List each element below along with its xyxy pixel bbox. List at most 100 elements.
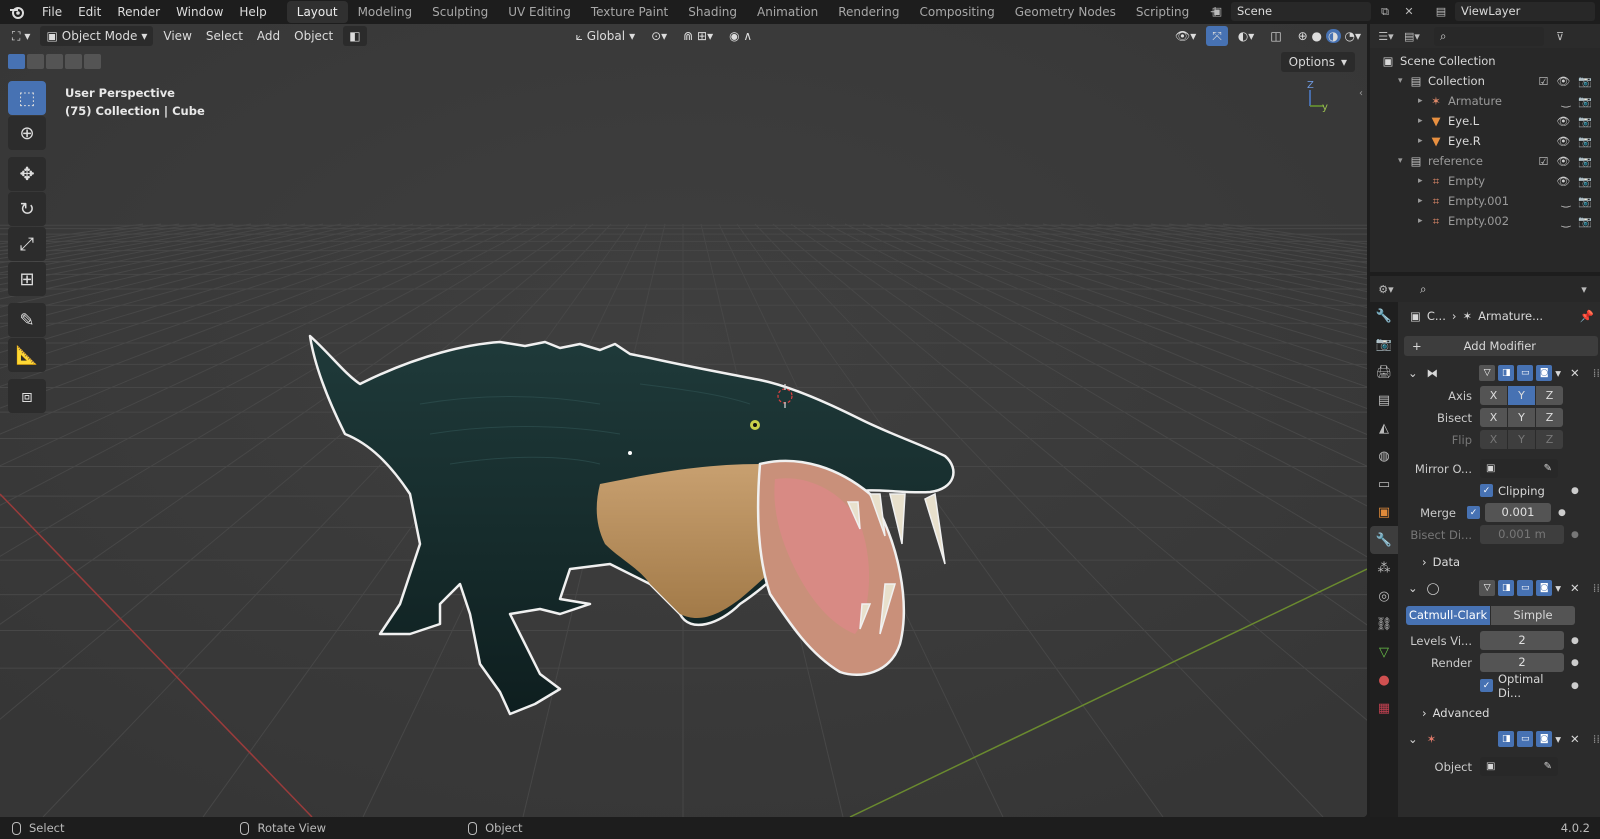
camera-icon[interactable]: 📷: [1578, 195, 1592, 208]
remove-modifier-icon[interactable]: ✕: [1570, 366, 1580, 380]
object-tab-icon[interactable]: ▣: [1370, 498, 1398, 526]
modifier-tab-icon[interactable]: 🔧: [1370, 526, 1398, 554]
edit-mode-icon[interactable]: ◨: [1498, 731, 1515, 747]
exclude-checkbox-icon[interactable]: ☑: [1538, 75, 1548, 88]
add-cube-tool-icon[interactable]: ⧈: [8, 379, 46, 413]
keyframe-dot-icon[interactable]: ●: [1558, 508, 1566, 518]
sidebar-toggle-icon[interactable]: ‹: [1359, 88, 1363, 99]
menu-help[interactable]: Help: [231, 1, 274, 23]
constraints-tab-icon[interactable]: ⛓: [1370, 610, 1398, 638]
render-display-icon[interactable]: ◙: [1536, 731, 1553, 747]
subsurf-modifier-header[interactable]: ⌄ ◯ ▽ ◨ ▭ ◙ ▾ ✕ ⁞⁞: [1402, 577, 1600, 599]
3d-viewport[interactable]: ⛶ ▾ ▣ Object Mode ▾ View Select Add Object ◧ ⟀…: [0, 24, 1367, 817]
scene-icon[interactable]: ▣: [1207, 2, 1227, 21]
viewlayer-name-field[interactable]: ViewLayer: [1455, 2, 1595, 21]
eye-icon[interactable]: ‿: [1561, 215, 1570, 228]
drag-handle-icon[interactable]: ⁞⁞: [1593, 581, 1600, 595]
flip-x[interactable]: X: [1480, 430, 1507, 449]
chevron-down-icon[interactable]: ▾: [1555, 366, 1561, 380]
eye-icon[interactable]: 👁: [1556, 155, 1570, 168]
advanced-subpanel[interactable]: › Advanced: [1402, 702, 1600, 724]
crocodile-model[interactable]: [0, 24, 1367, 817]
chevron-down-icon[interactable]: ▾: [1555, 732, 1561, 746]
eye-icon[interactable]: 👁: [1556, 135, 1570, 148]
remove-modifier-icon[interactable]: ✕: [1570, 581, 1580, 595]
data-tab-icon[interactable]: ▽: [1370, 638, 1398, 666]
tab-compositing[interactable]: Compositing: [909, 1, 1004, 23]
transform-tool-icon[interactable]: ⊞: [8, 262, 46, 296]
select-box-icon[interactable]: ⬚: [8, 81, 46, 115]
expand-right-icon[interactable]: ▸: [1418, 136, 1428, 146]
properties-search-input[interactable]: ⌕: [1414, 279, 1526, 299]
mirror-modifier-header[interactable]: ⌄ ⧓ ▽ ◨ ▭ ◙ ▾ ✕ ⁞⁞: [1402, 362, 1600, 384]
keyframe-dot-icon[interactable]: ●: [1571, 636, 1579, 646]
tab-texture-paint[interactable]: Texture Paint: [581, 1, 678, 23]
merge-checkbox[interactable]: ✓: [1467, 506, 1480, 519]
filter-icon[interactable]: ⊽: [1550, 27, 1570, 46]
tab-modeling[interactable]: Modeling: [348, 1, 423, 23]
scene-name-field[interactable]: Scene: [1231, 2, 1371, 21]
camera-icon[interactable]: 📷: [1578, 95, 1592, 108]
proportional-edit-icon[interactable]: ◉ ∧: [723, 26, 758, 46]
flip-z[interactable]: Z: [1536, 430, 1563, 449]
merge-distance-field[interactable]: 0.001: [1485, 503, 1551, 522]
particles-tab-icon[interactable]: ⁂: [1370, 554, 1398, 582]
on-cage-icon[interactable]: ▽: [1479, 580, 1496, 596]
expand-right-icon[interactable]: ▸: [1418, 216, 1428, 226]
eye-icon[interactable]: ‿: [1561, 195, 1570, 208]
transform-orientation-dropdown[interactable]: ⟀ Global ▾: [570, 26, 642, 46]
outliner-row[interactable]: ▸ ⌗ Empty.002 ‿ 📷: [1370, 211, 1600, 231]
armature-object-field[interactable]: ▣ ✎: [1480, 757, 1558, 776]
select-intersect-icon[interactable]: [84, 54, 101, 69]
menu-window[interactable]: Window: [168, 1, 231, 23]
render-display-icon[interactable]: ◙: [1536, 365, 1553, 381]
new-scene-icon[interactable]: ⧉: [1375, 2, 1395, 21]
outliner-row[interactable]: ▸ ✶ Armature ‿ 📷: [1370, 91, 1600, 111]
tab-rendering[interactable]: Rendering: [828, 1, 909, 23]
render-tab-icon[interactable]: 📷: [1370, 330, 1398, 358]
select-new-icon[interactable]: [8, 54, 25, 69]
viewport-menu-view[interactable]: View: [157, 26, 197, 46]
select-extend-icon[interactable]: [27, 54, 44, 69]
render-display-icon[interactable]: ◙: [1536, 580, 1553, 596]
world-tab-icon[interactable]: ◍: [1370, 442, 1398, 470]
collection-tab-icon[interactable]: ▭: [1370, 470, 1398, 498]
on-cage-icon[interactable]: ▽: [1479, 365, 1496, 381]
view-layer-tab-icon[interactable]: ▤: [1370, 386, 1398, 414]
xray-icon[interactable]: ◫: [1264, 26, 1287, 46]
expand-right-icon[interactable]: ▸: [1418, 96, 1428, 106]
camera-icon[interactable]: 📷: [1578, 215, 1592, 228]
eye-icon[interactable]: 👁: [1556, 75, 1570, 88]
physics-tab-icon[interactable]: ◎: [1370, 582, 1398, 610]
armature-modifier-header[interactable]: ⌄ ✶ ◨ ▭ ◙ ▾ ✕ ⁞⁞: [1402, 728, 1600, 750]
viewport-display-icon[interactable]: ▭: [1517, 731, 1534, 747]
edit-mode-icon[interactable]: ◨: [1498, 365, 1515, 381]
gizmo-toggle-icon[interactable]: ⤧: [1206, 26, 1228, 46]
keyframe-dot-icon[interactable]: ●: [1571, 658, 1579, 668]
tab-geometry-nodes[interactable]: Geometry Nodes: [1005, 1, 1126, 23]
material-tab-icon[interactable]: ●: [1370, 666, 1398, 694]
menu-file[interactable]: File: [34, 1, 70, 23]
camera-icon[interactable]: 📷: [1578, 115, 1592, 128]
expand-down-icon[interactable]: ▾: [1398, 156, 1408, 166]
flip-y[interactable]: Y: [1508, 430, 1535, 449]
tab-shading[interactable]: Shading: [678, 1, 747, 23]
visibility-icon[interactable]: 👁▾: [1169, 26, 1202, 46]
expand-down-icon[interactable]: ▾: [1398, 76, 1408, 86]
chevron-down-icon[interactable]: ▾: [1574, 280, 1594, 299]
properties-editor-icon[interactable]: ⚙▾: [1376, 280, 1396, 299]
viewlayer-icon[interactable]: ▤: [1431, 2, 1451, 21]
viewport-display-icon[interactable]: ▭: [1517, 365, 1534, 381]
navigation-gizmo[interactable]: Z y: [1302, 80, 1332, 117]
move-tool-icon[interactable]: ✥: [8, 157, 46, 191]
menu-edit[interactable]: Edit: [70, 1, 109, 23]
expand-right-icon[interactable]: ▸: [1418, 116, 1428, 126]
blender-logo-icon[interactable]: [0, 0, 34, 24]
camera-icon[interactable]: 📷: [1578, 135, 1592, 148]
bisect-z[interactable]: Z: [1536, 408, 1563, 427]
exclude-checkbox-icon[interactable]: ☑: [1538, 155, 1548, 168]
collapse-chevron-icon[interactable]: ⌄: [1408, 366, 1418, 380]
output-tab-icon[interactable]: 🖨: [1370, 358, 1398, 386]
outliner-row[interactable]: ▸ ⌗ Empty 👁 📷: [1370, 171, 1600, 191]
menu-render[interactable]: Render: [109, 1, 168, 23]
